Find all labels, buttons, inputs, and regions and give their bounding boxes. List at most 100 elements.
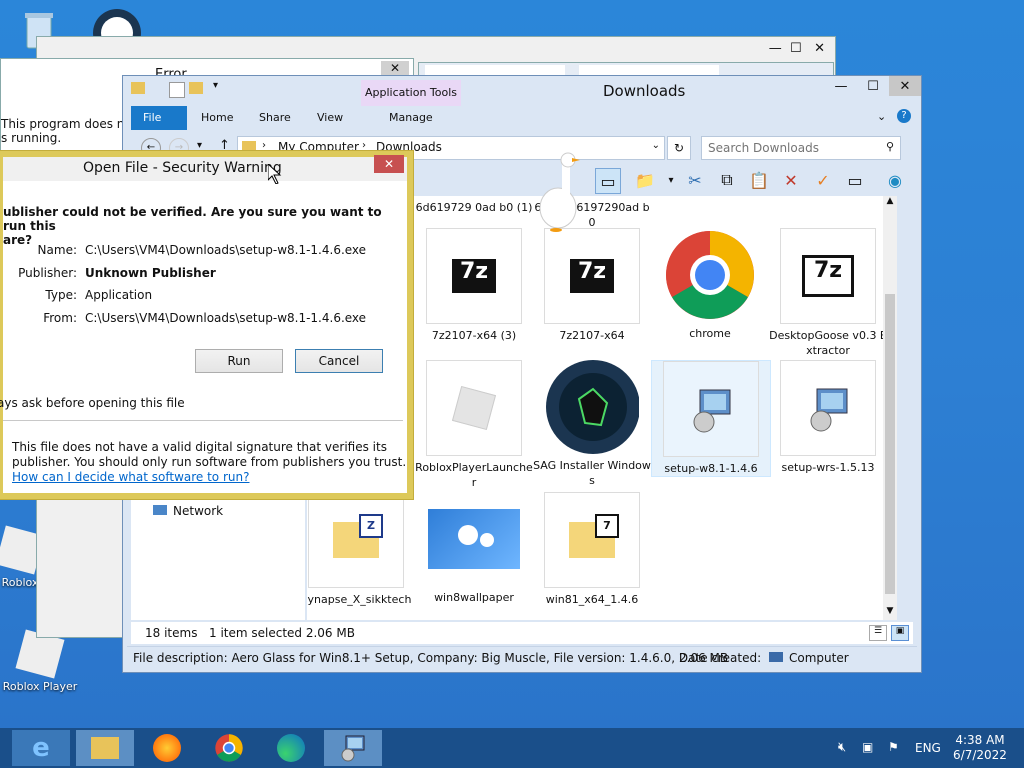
taskbar-edge[interactable] [262, 730, 320, 766]
help-icon[interactable]: ? [897, 109, 911, 123]
file-label: setup-w8.1-1.4.6 [664, 462, 758, 475]
select-folder-icon[interactable]: 📁 [633, 168, 657, 192]
chrome-icon [215, 734, 243, 762]
file-item-selected[interactable]: setup-w8.1-1.4.6 [651, 360, 771, 477]
clock[interactable]: 4:38 AM 6/7/2022 [950, 733, 1010, 763]
7z-icon: 7z [780, 228, 876, 324]
file-item[interactable]: 6d619729 0ad b0 (1) [415, 196, 533, 215]
cut-icon[interactable]: ✂ [683, 168, 707, 192]
tab-share[interactable]: Share [247, 106, 303, 130]
7z-archive-icon: 7 [544, 492, 640, 588]
file-description: File description: Aero Glass for Win8.1+… [133, 651, 762, 665]
chevron-down-icon[interactable]: ⌄ [652, 140, 660, 151]
background-window-controls: — ☐ ✕ [768, 41, 825, 56]
details-view-icon[interactable]: ☰ [869, 625, 887, 641]
type-label: Type: [45, 288, 77, 302]
roblox-icon [426, 360, 522, 456]
file-label: 7z2107-x64 (3) [431, 329, 517, 342]
file-item[interactable]: 7z DesktopGoose v0.3 Extractor [769, 228, 887, 358]
rename-icon[interactable]: ✓ [811, 168, 835, 192]
network-icon [153, 505, 167, 515]
search-box[interactable]: ⚲ [701, 136, 901, 160]
file-item[interactable]: 7 win81_x64_1.4.6 [533, 492, 651, 607]
taskbar-file-explorer[interactable] [76, 730, 134, 766]
language-indicator[interactable]: ENG [915, 741, 941, 755]
cancel-button[interactable]: Cancel [295, 349, 383, 373]
file-label: win8wallpaper [434, 591, 514, 604]
file-label: DesktopGoose v0.3 Extractor [769, 329, 887, 357]
tab-file[interactable]: File [131, 106, 187, 130]
mouse-cursor [267, 162, 282, 187]
taskbar-firefox[interactable] [138, 730, 196, 766]
nav-item-network[interactable]: Network [153, 504, 223, 518]
file-item[interactable]: 7z 7z2107-x64 (3) [415, 228, 533, 343]
file-item[interactable]: RobloxPlayerLauncher [415, 360, 533, 490]
divider [3, 420, 403, 421]
dialog-body: ublisher could not be verified. Are you … [0, 181, 407, 493]
copy-icon[interactable]: ⧉ [715, 168, 739, 192]
tab-manage[interactable]: Manage [377, 106, 445, 130]
scrollbar-thumb[interactable] [885, 294, 895, 594]
file-label: chrome [689, 327, 731, 340]
from-value: C:\Users\VM4\Downloads\setup-w8.1-1.4.6.… [85, 311, 367, 325]
security-warning-dialog[interactable]: Open File - Security Warning ✕ ublisher … [0, 150, 414, 500]
dialog-title: Open File - Security Warning [83, 160, 282, 176]
file-label: setup-wrs-1.5.13 [781, 461, 875, 474]
dialog-question: ublisher could not be verified. Are you … [3, 205, 382, 247]
tab-view[interactable]: View [305, 106, 355, 130]
tab-home[interactable]: Home [189, 106, 245, 130]
search-input[interactable] [706, 140, 880, 156]
expand-ribbon-icon[interactable]: ⌄ [877, 110, 886, 123]
scrollbar-up-arrow[interactable]: ▲ [883, 196, 897, 210]
quick-access-toolbar: ▾ [129, 80, 229, 100]
status-bar: 18 items 1 item selected 2.06 MB ☰ ▣ [131, 622, 913, 644]
file-item[interactable]: Z Synapse_X_sikktech [307, 492, 415, 607]
taskbar-ie[interactable]: e [12, 730, 70, 766]
dialog-close-button[interactable]: ✕ [374, 155, 404, 173]
preview-pane-icon[interactable]: ▭ [595, 168, 621, 194]
warning-text: This file does not have a valid digital … [12, 440, 407, 485]
taskbar-chrome[interactable] [200, 730, 258, 766]
always-ask-checkbox-label[interactable]: ays ask before opening this file [0, 396, 185, 410]
desktop-icon-roblox-player[interactable]: Roblox Player [0, 629, 80, 693]
paste-icon[interactable]: 📋 [747, 168, 771, 192]
network-tray-icon[interactable]: ▣ [862, 740, 873, 754]
chevron-down-icon[interactable]: ▾ [659, 168, 683, 192]
file-label: RobloxPlayerLauncher [415, 461, 533, 489]
zip-folder-icon: Z [308, 492, 404, 588]
file-item[interactable]: setup-wrs-1.5.13 [769, 360, 887, 475]
file-item[interactable]: chrome [651, 228, 769, 341]
delete-icon[interactable]: ✕ [779, 168, 803, 192]
minimize-button[interactable]: — [825, 76, 857, 96]
run-button[interactable]: Run [195, 349, 283, 373]
chevron-down-icon[interactable]: ▾ [213, 80, 218, 91]
wallpaper-thumbnail [427, 492, 521, 586]
folder-icon[interactable] [131, 82, 145, 94]
desktop-goose [536, 152, 580, 232]
location-label: Computer [789, 651, 849, 665]
vertical-scrollbar[interactable]: ▲ ▼ [883, 196, 897, 620]
search-icon[interactable]: ⚲ [886, 140, 894, 153]
file-item[interactable]: win8wallpaper [415, 492, 533, 605]
maximize-button[interactable]: ☐ [857, 76, 889, 96]
desktop-icon-label: Roblox Player [2, 680, 78, 693]
volume-muted-icon[interactable]: 🔇︎ [838, 740, 846, 755]
extra-tool-icon[interactable]: ◉ [883, 168, 907, 192]
taskbar-setup[interactable] [324, 730, 382, 766]
close-button[interactable]: ✕ [889, 76, 921, 96]
refresh-button[interactable]: ↻ [667, 136, 691, 160]
clock-date: 6/7/2022 [953, 748, 1007, 762]
properties-icon[interactable] [169, 82, 185, 98]
edge-icon [277, 734, 305, 762]
setup-icon [663, 361, 759, 457]
properties-icon[interactable]: ▭ [843, 168, 867, 192]
new-folder-icon[interactable] [189, 82, 203, 94]
file-item[interactable]: SAG Installer Windows [533, 360, 651, 488]
setup-icon [780, 360, 876, 456]
scrollbar-down-arrow[interactable]: ▼ [883, 606, 897, 620]
large-icons-view-icon[interactable]: ▣ [891, 625, 909, 641]
help-link[interactable]: How can I decide what software to run? [12, 470, 406, 485]
file-item[interactable]: 7z 7z2107-x64 [533, 228, 651, 343]
action-center-icon[interactable]: ⚑ [888, 740, 899, 754]
taskbar: e 🔇︎ ▣ ⚑ ENG 4:38 AM 6/7/2022 [0, 728, 1024, 768]
